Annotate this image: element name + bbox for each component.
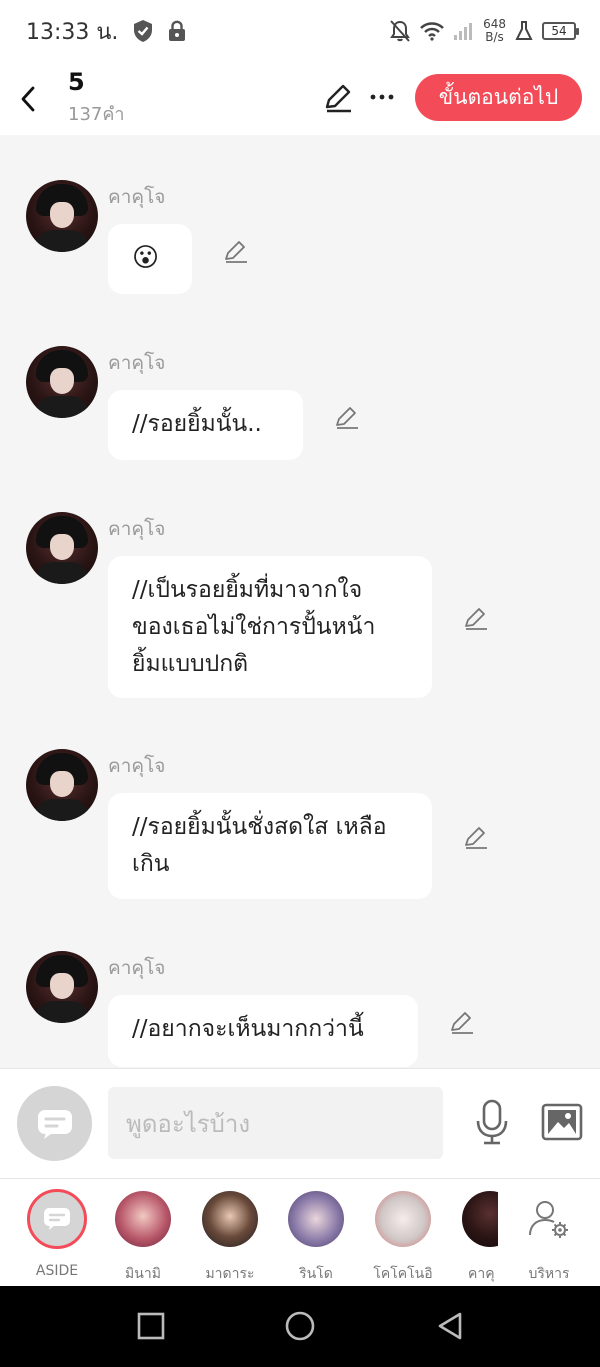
manage-button[interactable]: บริหาร bbox=[514, 1191, 584, 1285]
shield-icon bbox=[134, 20, 153, 42]
edit-button[interactable] bbox=[322, 82, 354, 118]
back-button[interactable] bbox=[16, 79, 40, 119]
network-speed: 648 B/s bbox=[483, 18, 506, 44]
avatar[interactable] bbox=[26, 512, 98, 584]
character-aside[interactable]: ASIDE bbox=[22, 1189, 92, 1279]
character-label: รินโด bbox=[299, 1266, 333, 1282]
character-kakucho[interactable]: คาคุ bbox=[454, 1191, 498, 1285]
avatar bbox=[462, 1191, 498, 1247]
battery-icon: 54 bbox=[542, 22, 579, 40]
title-block: 5 137คำ bbox=[68, 69, 125, 128]
character-rindo[interactable]: รินโด bbox=[281, 1191, 351, 1285]
avatar[interactable] bbox=[26, 749, 98, 821]
character-label: โคโคโนอิ bbox=[373, 1266, 433, 1282]
message-bubble[interactable]: //อยากจะเห็นมากกว่านี้ bbox=[108, 995, 418, 1067]
header: 5 137คำ ขั้นตอนต่อไป bbox=[0, 62, 600, 135]
word-count: 137คำ bbox=[68, 104, 125, 125]
edit-message-icon[interactable] bbox=[223, 238, 249, 264]
network-speed-unit: B/s bbox=[485, 30, 504, 44]
message-bubble[interactable]: 😮 bbox=[108, 224, 192, 294]
chat-bubble-icon bbox=[37, 1109, 72, 1139]
character-minami[interactable]: มินามิ bbox=[108, 1191, 178, 1285]
character-label: มินามิ bbox=[125, 1266, 161, 1282]
microphone-icon[interactable] bbox=[474, 1099, 510, 1145]
aside-icon bbox=[27, 1189, 87, 1249]
edit-message-icon[interactable] bbox=[463, 824, 489, 850]
navigation-bar bbox=[0, 1286, 600, 1367]
avatar[interactable] bbox=[26, 346, 98, 418]
sender-name: คาคุโจ bbox=[108, 518, 166, 540]
wifi-icon bbox=[420, 22, 444, 41]
sender-name: คาคุโจ bbox=[108, 957, 166, 979]
flask-icon bbox=[515, 21, 533, 40]
message-bubble[interactable]: //รอยยิ้มนั้นชั่งสดใส เหลือเกิน bbox=[108, 793, 432, 899]
battery-level: 54 bbox=[551, 24, 567, 38]
character-label: บริหาร bbox=[528, 1266, 570, 1282]
edit-message-icon[interactable] bbox=[449, 1009, 475, 1035]
character-label: คาคุ bbox=[468, 1266, 495, 1282]
avatar bbox=[375, 1191, 431, 1247]
home-icon[interactable] bbox=[284, 1310, 316, 1342]
avatar[interactable] bbox=[26, 180, 98, 252]
character-label: มาดาระ bbox=[205, 1266, 255, 1282]
message-bubble[interactable]: //เป็นรอยยิ้มที่มาจากใจ ของเธอไม่ใช่การป… bbox=[108, 556, 432, 698]
status-time: 13:33 น. bbox=[26, 19, 119, 45]
message-bubble[interactable]: //รอยยิ้มนั้น.. bbox=[108, 390, 303, 460]
image-icon[interactable] bbox=[541, 1103, 583, 1141]
next-step-button[interactable]: ขั้นตอนต่อไป bbox=[415, 74, 582, 121]
lock-icon bbox=[169, 20, 186, 41]
back-nav-icon[interactable] bbox=[434, 1310, 466, 1342]
status-icons-left bbox=[132, 19, 186, 43]
edit-message-icon[interactable] bbox=[463, 605, 489, 631]
bell-off-icon bbox=[390, 20, 410, 42]
user-settings-icon bbox=[521, 1191, 577, 1247]
aside-toggle-button[interactable] bbox=[17, 1086, 92, 1161]
avatar bbox=[202, 1191, 258, 1247]
sender-name: คาคุโจ bbox=[108, 352, 166, 374]
character-bar: ASIDE มินามิ มาดาระ รินโด โคโคโนอิ คาคุ … bbox=[0, 1178, 600, 1286]
character-label: ASIDE bbox=[35, 1263, 79, 1279]
page-title: 5 bbox=[68, 68, 85, 96]
recent-apps-icon[interactable] bbox=[135, 1310, 167, 1342]
avatar bbox=[115, 1191, 171, 1247]
message-input[interactable]: พูดอะไรบ้าง bbox=[108, 1087, 443, 1159]
avatar bbox=[288, 1191, 344, 1247]
character-kokonoi[interactable]: โคโคโนอิ bbox=[368, 1191, 438, 1285]
sender-name: คาคุโจ bbox=[108, 755, 166, 777]
signal-icon bbox=[454, 23, 473, 40]
status-bar: 13:33 น. 648 B/s 54 bbox=[0, 0, 600, 62]
chevron-left-icon bbox=[21, 86, 35, 111]
input-bar: พูดอะไรบ้าง bbox=[0, 1068, 600, 1178]
more-button[interactable] bbox=[368, 82, 396, 112]
pencil-icon bbox=[325, 84, 351, 113]
avatar[interactable] bbox=[26, 951, 98, 1023]
more-icon bbox=[370, 94, 394, 100]
edit-message-icon[interactable] bbox=[334, 404, 360, 430]
character-madara[interactable]: มาดาระ bbox=[195, 1191, 265, 1285]
status-icons-right: 648 B/s 54 bbox=[389, 18, 579, 44]
chat-area[interactable]: คาคุโจ 😮 คาคุโจ //รอยยิ้มนั้น.. คาคุโจ /… bbox=[0, 135, 600, 1068]
sender-name: คาคุโจ bbox=[108, 186, 166, 208]
